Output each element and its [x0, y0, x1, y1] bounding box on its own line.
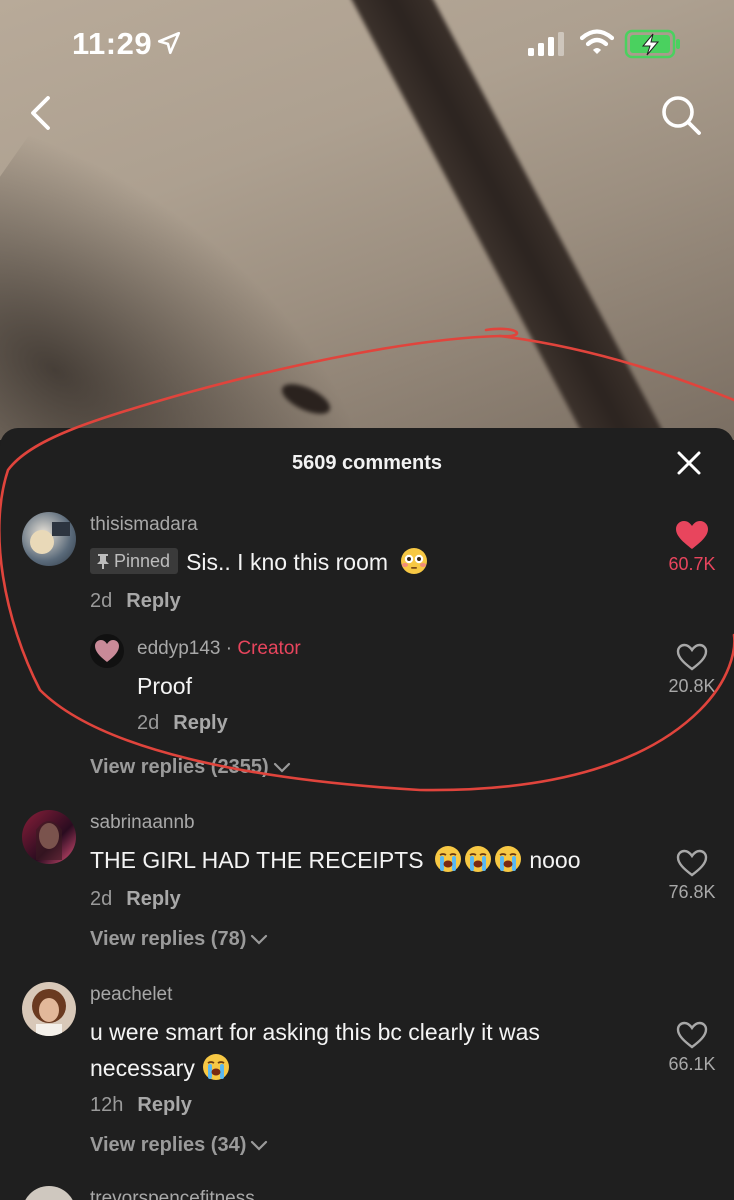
status-time: 11:29 — [72, 26, 153, 61]
comment-item: peachelet u were smart for asking this b… — [0, 980, 734, 1180]
battery-charging-icon — [624, 29, 680, 59]
comment-text-line-2: necessary — [90, 1050, 231, 1087]
location-arrow-icon — [157, 31, 181, 55]
comments-count-title: 5609 comments — [291, 452, 443, 474]
comment-meta: 12h Reply — [90, 1094, 192, 1117]
like-count: 20.8K — [668, 676, 716, 696]
pinned-badge: Pinned — [90, 548, 179, 574]
comment-username[interactable]: peachelet — [90, 984, 172, 1006]
reply-button[interactable]: Reply — [126, 590, 180, 612]
pin-icon — [97, 554, 109, 569]
comment-body: Sis.. I kno this room — [186, 549, 389, 575]
avatar[interactable] — [22, 1186, 76, 1200]
flushed-emoji-icon — [401, 548, 428, 574]
like-button[interactable]: 60.7K — [652, 520, 732, 575]
status-bar: 11:29 — [0, 0, 734, 90]
like-button[interactable]: 76.8K — [652, 848, 732, 903]
reply-age: 2d — [137, 712, 160, 734]
loudly-crying-emoji-icon — [434, 846, 461, 872]
comment-age: 2d — [90, 888, 113, 910]
comment-body: necessary — [90, 1055, 195, 1081]
comment-age: 2d — [90, 590, 113, 612]
like-button[interactable]: 66.1K — [652, 1020, 732, 1075]
back-chevron-icon[interactable] — [24, 92, 58, 134]
comment-text-line-1: u were smart for asking this bc clearly … — [90, 1019, 540, 1045]
cellular-signal-icon — [528, 32, 564, 56]
view-replies-button[interactable]: View replies (34) — [90, 1134, 268, 1157]
comment-body-suffix: nooo — [529, 847, 581, 873]
reply-button[interactable]: Reply — [126, 888, 180, 910]
reply-username[interactable]: eddyp143 — [137, 638, 220, 659]
avatar[interactable] — [90, 634, 124, 668]
loudly-crying-emoji-icon — [464, 846, 491, 872]
comment-text: THE GIRL HAD THE RECEIPTS nooo — [90, 842, 581, 879]
like-count: 76.8K — [668, 882, 716, 902]
reply-button[interactable]: Reply — [173, 712, 227, 734]
chevron-down-icon — [273, 762, 290, 773]
comment-text: Pinned Sis.. I kno this room — [90, 544, 429, 581]
separator-dot: · — [225, 638, 238, 659]
comment-username[interactable]: sabrinaannb — [90, 812, 195, 834]
heart-outline-icon — [676, 849, 708, 877]
like-count: 60.7K — [668, 554, 716, 574]
comment-item: trevorspencefitness — [0, 1184, 734, 1200]
comment-meta: 2d Reply — [90, 888, 181, 911]
comment-username[interactable]: trevorspencefitness — [90, 1188, 255, 1200]
close-icon[interactable] — [676, 450, 702, 476]
view-replies-button[interactable]: View replies (78) — [90, 928, 268, 951]
comments-sheet: 5609 comments thisismadara Pinned Sis.. I… — [0, 428, 734, 1200]
heart-outline-icon — [676, 643, 708, 671]
avatar[interactable] — [22, 982, 76, 1036]
chevron-down-icon — [251, 1140, 268, 1151]
avatar[interactable] — [22, 512, 76, 566]
wifi-icon — [580, 29, 614, 54]
loudly-crying-emoji-icon — [494, 846, 521, 872]
heart-outline-icon — [676, 1021, 708, 1049]
chevron-down-icon — [251, 934, 268, 945]
pinned-label: Pinned — [114, 551, 171, 571]
reply-text: Proof — [137, 673, 192, 699]
like-button[interactable]: 20.8K — [652, 642, 732, 697]
search-icon[interactable] — [660, 94, 702, 136]
reply-meta: 2d Reply — [137, 712, 228, 735]
view-replies-label: View replies (2355) — [90, 756, 269, 778]
heart-filled-icon — [676, 521, 708, 549]
video-shadow — [0, 117, 468, 440]
avatar[interactable] — [22, 810, 76, 864]
comment-item: thisismadara Pinned Sis.. I kno this room… — [0, 510, 734, 810]
view-replies-button[interactable]: View replies (2355) — [90, 756, 291, 779]
loudly-crying-emoji-icon — [203, 1054, 230, 1080]
creator-tag: Creator — [237, 638, 301, 659]
comment-age: 12h — [90, 1094, 124, 1116]
comment-meta: 2d Reply — [90, 590, 181, 613]
reply-username-row: eddyp143 · Creator — [137, 638, 301, 660]
view-replies-label: View replies (78) — [90, 928, 247, 950]
like-count: 66.1K — [668, 1054, 716, 1074]
reply-button[interactable]: Reply — [137, 1094, 191, 1116]
view-replies-label: View replies (34) — [90, 1134, 247, 1156]
comment-body: THE GIRL HAD THE RECEIPTS — [90, 847, 424, 873]
comment-item: sabrinaannb THE GIRL HAD THE RECEIPTS no… — [0, 808, 734, 958]
comment-username[interactable]: thisismadara — [90, 514, 198, 536]
